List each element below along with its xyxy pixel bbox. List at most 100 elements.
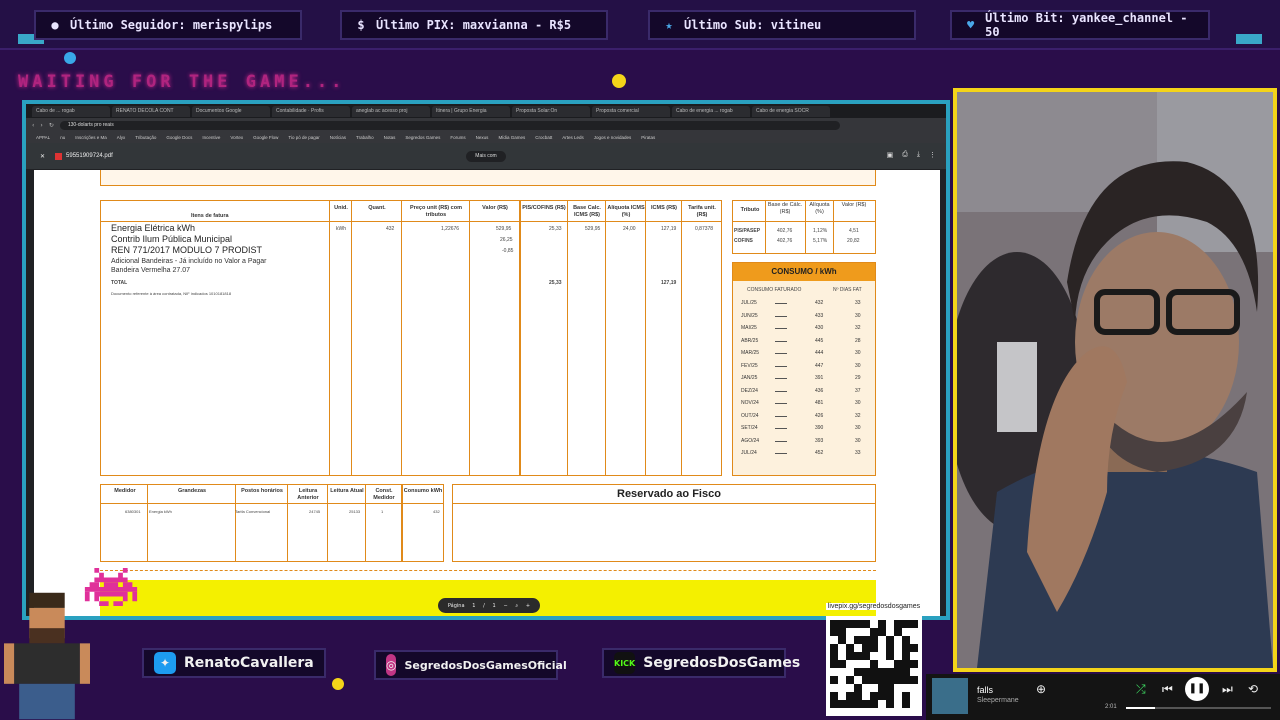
qr-module bbox=[854, 620, 862, 628]
bookmark-item[interactable]: Google Docs bbox=[166, 135, 192, 140]
bookmark-item[interactable]: Google Flow bbox=[253, 135, 278, 140]
bookmark-item[interactable]: Incentive bbox=[202, 135, 220, 140]
qr-module bbox=[894, 668, 902, 676]
consumo-month: JAN/25 bbox=[741, 375, 758, 381]
items-table: Itens de fatura Unid. Quant. Preço unit … bbox=[100, 200, 722, 476]
bookmark-item[interactable]: Vortex bbox=[230, 135, 243, 140]
forward-icon[interactable]: › bbox=[40, 122, 42, 129]
qr-module bbox=[862, 684, 870, 692]
qr-module bbox=[838, 636, 846, 644]
bookmark-item[interactable]: Nexus bbox=[476, 135, 489, 140]
pdf-zoom-select[interactable]: Mais com bbox=[466, 151, 506, 162]
qr-module bbox=[830, 700, 838, 708]
browser-tab[interactable]: Cabo de energia ... rogab bbox=[672, 105, 750, 117]
qr-module bbox=[854, 668, 862, 676]
pager-total: 1 bbox=[492, 602, 496, 609]
next-icon[interactable]: ⏭ bbox=[1222, 682, 1233, 697]
download-icon[interactable]: ⤓ bbox=[917, 151, 920, 159]
qr-module bbox=[902, 636, 910, 644]
bookmark-item[interactable]: nu bbox=[60, 135, 65, 140]
bookmark-item[interactable]: Jogos e novidades bbox=[594, 135, 632, 140]
previous-icon[interactable]: ⏮ bbox=[1162, 682, 1173, 697]
consumo-dias: 32 bbox=[855, 325, 861, 331]
add-icon[interactable]: ⊕ bbox=[1036, 682, 1046, 696]
bookmark-item[interactable]: Piratas bbox=[641, 135, 655, 140]
med-h-consumo: Consumo kWh bbox=[403, 488, 443, 494]
browser-tab[interactable]: Cabo de energia SOCR bbox=[752, 105, 830, 117]
pause-button[interactable]: ❚❚ bbox=[1185, 677, 1209, 701]
bookmark-item[interactable]: Mídia Games bbox=[498, 135, 525, 140]
progress-bar[interactable] bbox=[1126, 707, 1271, 709]
bookmark-item[interactable]: Artes Leds bbox=[562, 135, 584, 140]
col-aliq: Alíquota ICMS (%) bbox=[607, 205, 645, 218]
kick-link[interactable]: KICK SegredosDosGames bbox=[602, 648, 800, 678]
twitter-link[interactable]: ✦ RenatoCavallera bbox=[142, 648, 326, 678]
bookmark-item[interactable]: Crocbatt bbox=[535, 135, 552, 140]
instagram-link[interactable]: ◎ SegredosDosGamesOficial bbox=[374, 650, 567, 680]
qr-module bbox=[894, 684, 902, 692]
qr-module bbox=[870, 620, 878, 628]
page-icon[interactable]: ▣ bbox=[887, 151, 894, 159]
med-h-atual: Leitura Atual bbox=[330, 488, 364, 494]
back-icon[interactable]: ‹ bbox=[32, 122, 34, 129]
pdf-page-navigator[interactable]: Página 1 / 1 − ⌕ + bbox=[438, 598, 540, 613]
browser-tab[interactable]: RENATO DECOLA CONT bbox=[112, 105, 190, 117]
kick-icon: KICK bbox=[614, 652, 636, 674]
consumo-month: FEV/25 bbox=[741, 362, 758, 369]
last-pix-pill: $ Último PIX: maxvianna - R$5 bbox=[340, 10, 608, 40]
qr-module bbox=[870, 644, 878, 652]
browser-tab[interactable]: Itinera | Grupo Energia bbox=[432, 105, 510, 117]
zoom-icon[interactable]: ⌕ bbox=[515, 603, 518, 609]
bookmark-item[interactable]: Alyx bbox=[117, 135, 126, 140]
browser-tab[interactable]: Cabo de ... rogab bbox=[32, 105, 110, 117]
browser-tab[interactable]: Documentos Google bbox=[192, 105, 270, 117]
zoom-in-icon[interactable]: + bbox=[526, 603, 530, 609]
med-h-const: Const. Medidor bbox=[373, 488, 395, 501]
pager-current[interactable]: 1 bbox=[472, 603, 475, 609]
qr-module bbox=[910, 692, 918, 700]
url-input[interactable]: 130-dolarts pro reais bbox=[59, 120, 840, 130]
zoom-out-icon[interactable]: − bbox=[503, 603, 507, 609]
consumo-kwh: 444 bbox=[815, 350, 824, 356]
qr-module bbox=[846, 628, 854, 636]
bookmark-item[interactable]: Forums bbox=[450, 135, 465, 140]
total-icms: 127,19 bbox=[661, 280, 677, 286]
qr-module bbox=[838, 652, 846, 660]
qr-module bbox=[862, 628, 870, 636]
col-tarifa: Tarifa unit. (R$) bbox=[688, 205, 716, 218]
qr-module bbox=[838, 660, 846, 668]
reload-icon[interactable]: ↻ bbox=[49, 122, 54, 129]
shuffle-icon[interactable]: ⤮ bbox=[1136, 682, 1146, 697]
qr-module bbox=[862, 692, 870, 700]
bookmark-item[interactable]: Tio pó de pagar bbox=[288, 135, 319, 140]
bookmark-item[interactable]: Tributação bbox=[135, 135, 156, 140]
med-h-anterior: Leitura Anterior bbox=[297, 488, 319, 501]
close-icon[interactable]: ✕ bbox=[40, 153, 45, 160]
overlay-top-bar: ● Último Seguidor: merispylips $ Último … bbox=[0, 0, 1280, 50]
col-base: Base Calc. ICMS (R$) bbox=[573, 205, 601, 218]
qr-module bbox=[870, 660, 878, 668]
bookmark-item[interactable]: Notas bbox=[384, 135, 396, 140]
trib-pis-name: PIS/PASEP bbox=[734, 228, 761, 234]
qr-module bbox=[846, 692, 854, 700]
browser-tab[interactable]: aneglab ac acesso proj bbox=[352, 105, 430, 117]
bookmark-item[interactable]: Inscrições e Ma bbox=[75, 135, 107, 140]
bookmark-item[interactable]: Notícias bbox=[330, 135, 346, 140]
consumo-kwh: 432 bbox=[815, 300, 824, 306]
consumo-kwh: 436 bbox=[815, 387, 824, 394]
browser-tab[interactable]: Proposta comercial bbox=[592, 105, 670, 117]
bookmark-item[interactable]: APPAL bbox=[36, 135, 50, 140]
more-icon[interactable]: ⋮ bbox=[929, 151, 936, 159]
qr-module bbox=[838, 668, 846, 676]
bookmarks-bar: APPAL nu Inscrições e Ma Alyx Tributação Goog… bbox=[26, 132, 946, 143]
bookmark-item[interactable]: Trabalho bbox=[356, 135, 374, 140]
print-icon[interactable]: ⎙ bbox=[902, 151, 908, 159]
med-h-grandezas: Grandezas bbox=[177, 488, 207, 494]
qr-module bbox=[878, 636, 886, 644]
qr-module bbox=[838, 692, 846, 700]
last-bit-pill: ♥ Último Bit: yankee_channel - 50 bbox=[950, 10, 1210, 40]
browser-tab[interactable]: Contabilidade · Profis bbox=[272, 105, 350, 117]
bookmark-item[interactable]: Segredos Games bbox=[405, 135, 440, 140]
repeat-icon[interactable]: ⟲ bbox=[1248, 682, 1258, 696]
browser-tab[interactable]: Proposta Solar:On bbox=[512, 105, 590, 117]
